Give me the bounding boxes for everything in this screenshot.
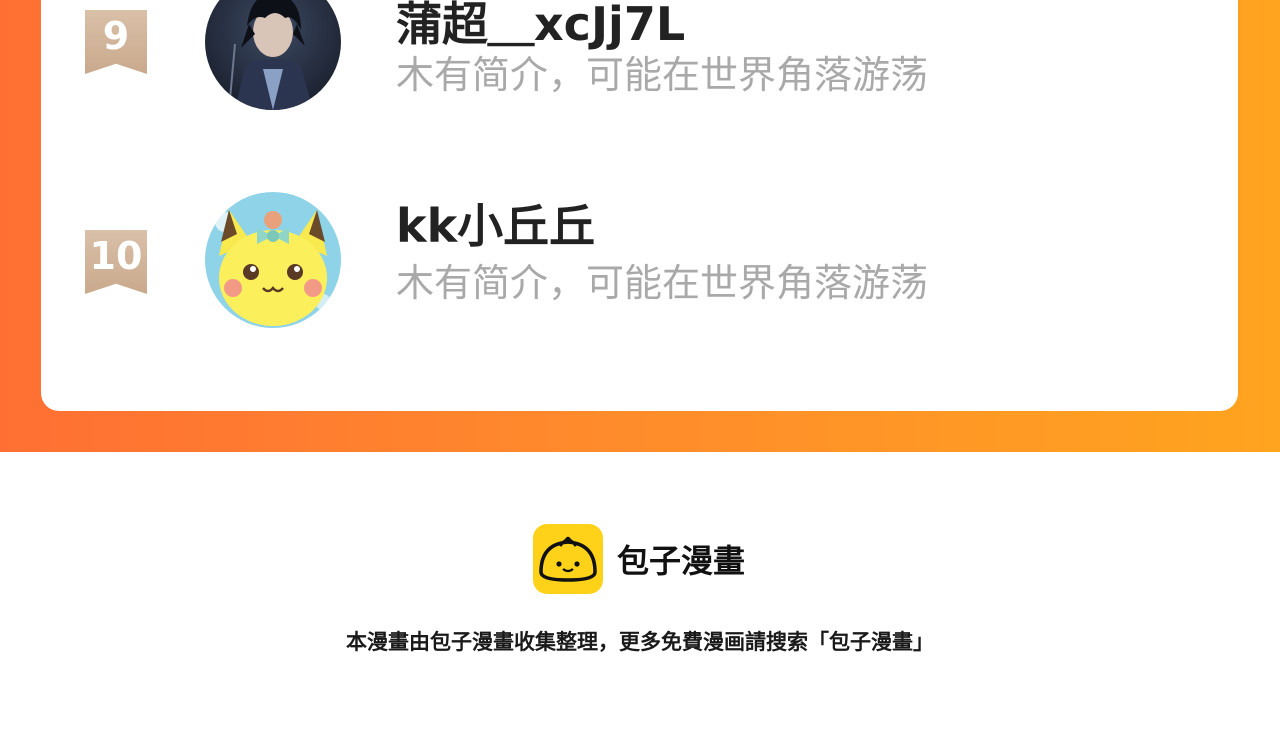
user-avatar[interactable] [205,0,341,110]
footer-note: 本漫畫由包子漫畫收集整理，更多免費漫画請搜索「包子漫畫」 [346,630,934,654]
brand-name: 包子漫畫 [617,542,746,580]
leaderboard-card: 9 蒲超＿xcJj7L 木有简介，可能在世界角落游荡 10 kk小丘丘 木有简介… [41,0,1238,411]
user-bio: 木有简介，可能在世界角落游荡 [396,261,929,305]
user-avatar[interactable] [205,192,341,328]
leaderboard-row[interactable]: 10 kk小丘丘 木有简介，可能在世界角落游荡 [41,190,1238,330]
bun-logo-icon [533,524,603,594]
user-bio: 木有简介，可能在世界角落游荡 [396,53,929,97]
brand-block[interactable]: 包子漫畫 [533,524,745,594]
leaderboard-row[interactable]: 9 蒲超＿xcJj7L 木有简介，可能在世界角落游荡 [41,0,1238,110]
rank-badge: 9 [85,10,147,74]
leaderboard-background: 9 蒲超＿xcJj7L 木有简介，可能在世界角落游荡 10 kk小丘丘 木有简介… [0,0,1280,452]
username[interactable]: kk小丘丘 [396,190,595,256]
pikachu-avatar-icon [205,192,341,328]
anime-boy-avatar-icon [205,0,341,110]
rank-badge: 10 [85,230,147,294]
